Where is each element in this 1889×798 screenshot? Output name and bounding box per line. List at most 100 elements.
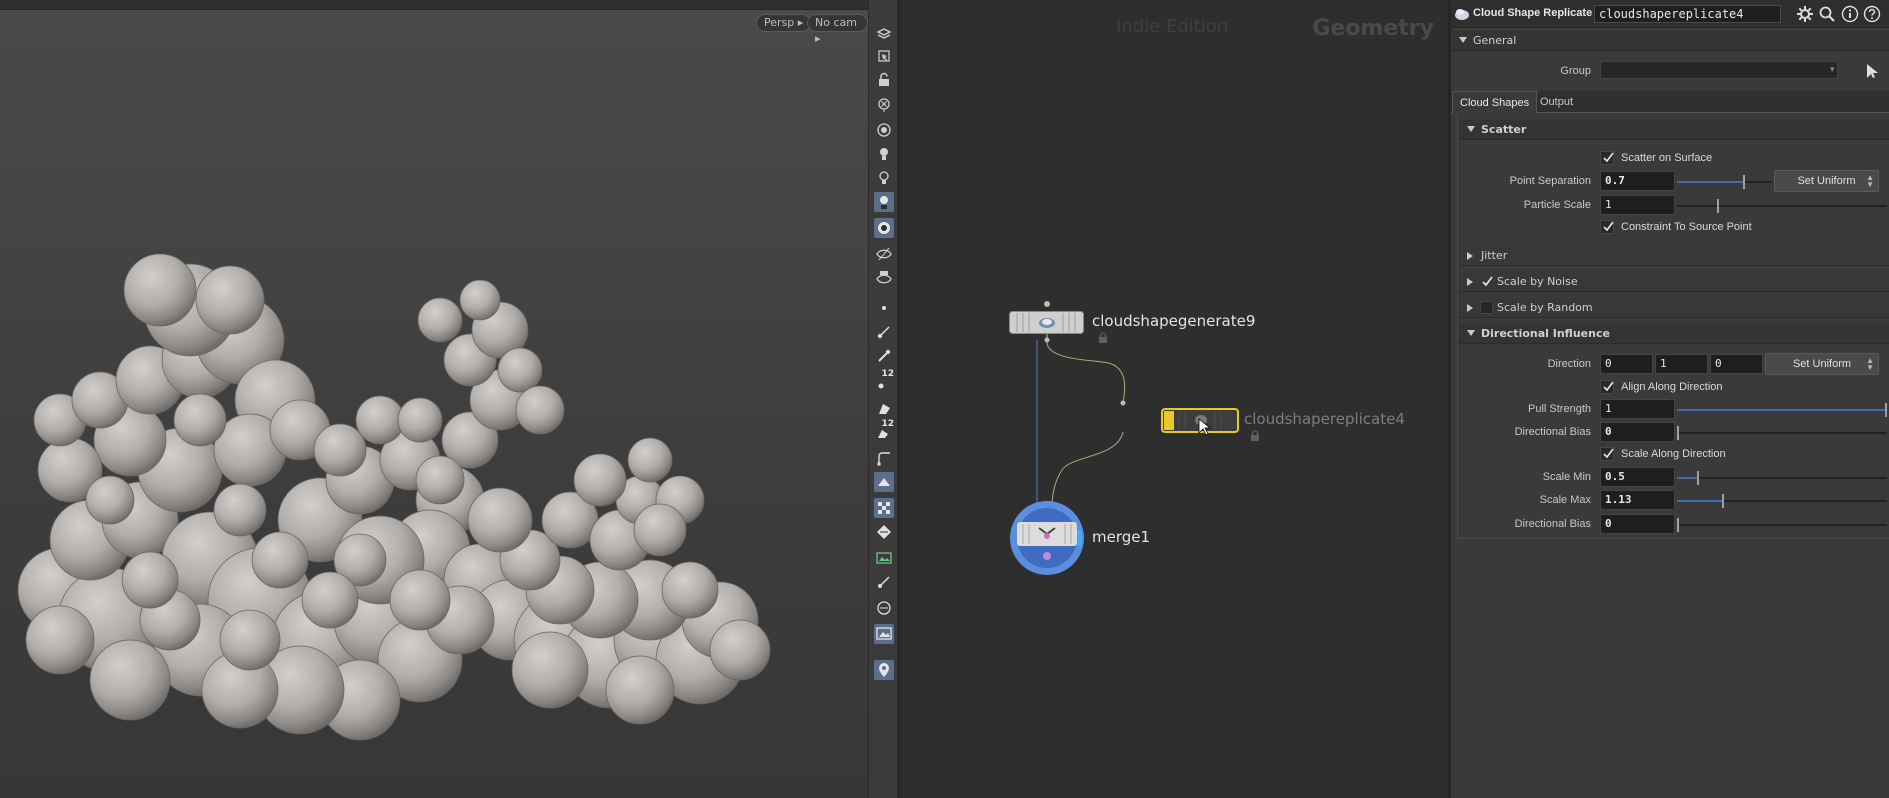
pull-strength-field[interactable]: 1	[1600, 399, 1675, 419]
direction-y-field[interactable]: 1	[1655, 354, 1708, 374]
shadow-light-icon[interactable]	[874, 192, 894, 212]
group-label: Group	[1560, 65, 1591, 77]
wireframe-toggle-icon[interactable]	[874, 472, 894, 492]
scale-min-field[interactable]: 0.5	[1600, 467, 1675, 487]
checker-texture-icon[interactable]	[874, 498, 894, 518]
ghost-visibility-icon[interactable]	[874, 268, 894, 288]
safe-area-icon[interactable]	[874, 598, 894, 618]
scale-min-slider[interactable]	[1677, 477, 1887, 479]
slider-handle[interactable]	[1717, 199, 1719, 213]
handle-display-icon[interactable]	[874, 572, 894, 592]
jitter-folder[interactable]: Jitter	[1459, 246, 1889, 266]
slider-handle[interactable]	[1677, 518, 1679, 532]
cloud-sphere	[661, 561, 719, 619]
particle-scale-slider[interactable]	[1677, 205, 1887, 207]
headlight-icon[interactable]	[874, 120, 894, 140]
expand-icon	[1467, 304, 1473, 312]
primitive-numbers-icon[interactable]: 12	[874, 419, 894, 442]
constraint-checkbox[interactable]	[1600, 220, 1614, 234]
network-editor[interactable]: Indie Edition Geometry cloudshapegenerat…	[902, 0, 1448, 798]
node-cloudshapegenerate9[interactable]	[1009, 311, 1085, 338]
group-field[interactable]	[1600, 61, 1838, 79]
search-icon[interactable]	[1817, 4, 1837, 24]
slider-handle[interactable]	[1677, 426, 1679, 440]
scene-viewport[interactable]: Persp ▸ No cam ▸	[0, 0, 868, 798]
scale-max-field[interactable]: 1.13	[1600, 490, 1675, 510]
directional-bias-slider[interactable]	[1677, 432, 1887, 434]
pull-strength-label: Pull Strength	[1528, 403, 1591, 415]
directional-bias-field[interactable]: 0	[1600, 422, 1675, 442]
node-name-field[interactable]: cloudshapereplicate4	[1594, 5, 1781, 23]
particle-scale-field[interactable]: 1	[1600, 195, 1675, 215]
cloud-sphere	[195, 265, 265, 335]
lock-camera-icon[interactable]	[874, 70, 894, 90]
point-separation-label: Point Separation	[1509, 175, 1591, 187]
direction-x-field[interactable]: 0	[1600, 354, 1653, 374]
expand-icon	[1467, 278, 1473, 286]
vertex-normal-icon[interactable]	[874, 346, 894, 366]
cloud-sphere	[25, 605, 95, 675]
cloud-sphere	[605, 655, 675, 725]
display-options-icon[interactable]	[874, 24, 894, 44]
point-numbers-icon[interactable]: 12	[874, 369, 894, 392]
pin-viewport-icon[interactable]	[874, 660, 894, 680]
chevron-down-icon[interactable]: ▾	[1830, 65, 1835, 75]
scale-by-random-folder[interactable]: Scale by Random	[1459, 298, 1889, 318]
camera-xray-icon[interactable]	[874, 95, 894, 115]
info-icon[interactable]	[1840, 4, 1860, 24]
tab-output[interactable]: Output	[1533, 91, 1580, 113]
node-type-label: Cloud Shape Replicate	[1473, 7, 1593, 19]
lightbulb-icon[interactable]	[874, 144, 894, 164]
collapse-icon	[1459, 37, 1467, 43]
cloud-sphere	[389, 569, 451, 631]
scale-by-noise-folder[interactable]: Scale by Noise	[1459, 272, 1889, 292]
point-separation-field[interactable]: 0.7	[1600, 171, 1675, 191]
grid-display-icon[interactable]	[874, 522, 894, 542]
select-arrow-icon[interactable]	[1865, 63, 1879, 79]
hull-display-icon[interactable]	[874, 448, 894, 468]
align-along-direction-checkbox[interactable]	[1600, 380, 1614, 394]
visibility-icon[interactable]	[874, 244, 894, 264]
direction-z-field[interactable]: 0	[1710, 354, 1763, 374]
scale-by-random-checkbox[interactable]	[1480, 301, 1493, 314]
scale-max-label: Scale Max	[1539, 494, 1591, 506]
set-uniform-button[interactable]: Set Uniform ▲ ▼	[1774, 170, 1879, 192]
slider-handle[interactable]	[1885, 403, 1887, 417]
tab-cloud-shapes[interactable]: Cloud Shapes	[1452, 91, 1538, 113]
scale-along-direction-checkbox[interactable]	[1600, 447, 1614, 461]
directional-bias-2-field[interactable]: 0	[1600, 514, 1675, 534]
particle-scale-label: Particle Scale	[1523, 199, 1591, 211]
guide-overlay-icon[interactable]	[874, 624, 894, 644]
cloud-sphere	[709, 619, 771, 681]
slider-handle[interactable]	[1697, 471, 1699, 485]
scale-along-direction-label: Scale Along Direction	[1621, 448, 1726, 460]
slider-handle[interactable]	[1743, 175, 1745, 189]
cloud-sphere	[627, 437, 673, 483]
selection-mode-icon[interactable]	[874, 46, 894, 66]
directional-influence-folder[interactable]: Directional Influence	[1459, 324, 1889, 344]
general-folder[interactable]: General	[1451, 31, 1889, 51]
ambient-occlusion-icon[interactable]	[874, 218, 894, 238]
constraint-label: Constraint To Source Point	[1621, 221, 1752, 233]
checkmark-icon[interactable]	[1481, 276, 1493, 288]
gear-icon[interactable]	[1795, 4, 1815, 24]
cloud-sphere	[511, 631, 589, 709]
directional-bias-2-slider[interactable]	[1677, 524, 1887, 526]
slider-handle[interactable]	[1722, 494, 1724, 508]
viewport-toolbar: 12 12	[868, 0, 898, 798]
normal-display-icon[interactable]	[874, 322, 894, 342]
primitive-display-icon[interactable]	[874, 398, 894, 418]
scatter-folder[interactable]: Scatter	[1459, 120, 1889, 140]
help-icon[interactable]	[1862, 4, 1882, 24]
cloud-sphere	[633, 503, 687, 557]
scatter-on-surface-checkbox[interactable]	[1600, 151, 1614, 165]
slider-fill	[1677, 181, 1743, 183]
background-image-icon[interactable]	[874, 548, 894, 568]
light-high-icon[interactable]	[874, 168, 894, 188]
node-merge1[interactable]	[1009, 500, 1085, 579]
node-label: cloudshapegenerate9	[1092, 312, 1256, 330]
cloud-sphere	[121, 551, 179, 609]
collapse-icon	[1467, 330, 1475, 336]
set-uniform-button[interactable]: Set Uniform ▲ ▼	[1765, 353, 1879, 375]
point-display-icon[interactable]	[874, 298, 894, 318]
